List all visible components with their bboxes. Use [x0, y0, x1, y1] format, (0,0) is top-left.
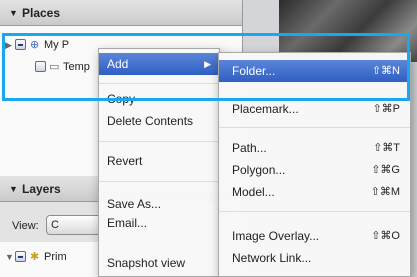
menu-item-add[interactable]: Add ▶ — [99, 53, 219, 75]
submenu-item-polygon[interactable]: Polygon... ⇧⌘G — [219, 159, 410, 181]
layers-item-label: Prim — [44, 251, 67, 263]
context-menu: Add ▶ Copy Delete Contents Revert Save A… — [98, 48, 220, 277]
view-select-value: C — [51, 219, 59, 231]
disclosure-triangle-icon[interactable]: ▼ — [9, 0, 18, 26]
menu-separator — [219, 127, 410, 128]
places-header[interactable]: ▼ Places — [0, 0, 242, 26]
menu-item-shortcut: ⇧⌘M — [370, 186, 400, 198]
menu-item-copy[interactable]: Copy — [99, 88, 219, 110]
disclosure-triangle-icon[interactable]: ▶ — [5, 34, 12, 56]
menu-item-label: Snapshot view — [107, 256, 186, 270]
disclosure-triangle-icon[interactable]: ▼ — [9, 176, 18, 202]
menu-item-label: Network Link... — [232, 251, 312, 265]
menu-item-label: Add — [107, 57, 129, 71]
menu-separator — [99, 141, 219, 142]
submenu-arrow-icon: ▶ — [204, 59, 211, 69]
submenu-item-network-link[interactable]: Network Link... — [219, 247, 410, 269]
menu-item-shortcut: ⇧⌘P — [372, 103, 400, 115]
view-label: View: — [12, 220, 39, 232]
menu-item-label: Image Overlay... — [232, 229, 320, 243]
layers-header-label: Layers — [22, 182, 61, 196]
menu-item-label: Delete Contents — [107, 114, 194, 128]
places-item-label: My P — [44, 39, 70, 51]
add-submenu: Folder... ⇧⌘N Placemark... ⇧⌘P Path... ⇧… — [218, 52, 411, 277]
menu-item-email[interactable]: Email... — [99, 212, 219, 234]
checkbox-icon[interactable] — [15, 251, 26, 262]
menu-item-label: Copy — [107, 92, 136, 106]
menu-item-shortcut: ⇧⌘T — [373, 142, 400, 154]
globe-icon: ⊕ — [30, 39, 40, 51]
folder-icon: ▭ — [49, 61, 60, 73]
menu-item-label: Placemark... — [232, 102, 299, 116]
menu-separator — [99, 181, 219, 182]
menu-item-shortcut: ⇧⌘O — [371, 230, 400, 242]
places-item-label: Temp — [63, 61, 90, 73]
submenu-item-folder[interactable]: Folder... ⇧⌘N — [219, 60, 410, 82]
menu-item-shortcut: ⇧⌘N — [371, 65, 400, 77]
menu-separator — [219, 211, 410, 212]
menu-item-label: Polygon... — [232, 163, 286, 177]
menu-item-label: Revert — [107, 154, 143, 168]
menu-item-label: Folder... — [232, 64, 276, 78]
menu-item-label: Model... — [232, 185, 275, 199]
menu-item-snapshot-view[interactable]: Snapshot view — [99, 252, 219, 274]
places-header-label: Places — [22, 6, 61, 20]
submenu-item-path[interactable]: Path... ⇧⌘T — [219, 137, 410, 159]
disclosure-triangle-icon[interactable]: ▼ — [5, 246, 14, 268]
layer-icon: ✱ — [30, 251, 40, 263]
menu-item-label: Path... — [232, 141, 267, 155]
view-select[interactable]: C — [46, 215, 106, 235]
submenu-item-placemark[interactable]: Placemark... ⇧⌘P — [219, 98, 410, 120]
checkbox-icon[interactable] — [15, 39, 26, 50]
menu-item-revert[interactable]: Revert — [99, 150, 219, 172]
menu-item-delete-contents[interactable]: Delete Contents — [99, 110, 219, 132]
menu-item-shortcut: ⇧⌘G — [371, 164, 400, 176]
submenu-item-image-overlay[interactable]: Image Overlay... ⇧⌘O — [219, 225, 410, 247]
screen: ▼ Places ▶ ⊕ My P ▭ Temp ▼ Layers View: … — [0, 0, 417, 277]
submenu-item-model[interactable]: Model... ⇧⌘M — [219, 181, 410, 203]
menu-item-label: Email... — [107, 216, 148, 230]
checkbox-icon[interactable] — [35, 61, 46, 72]
menu-separator — [99, 83, 219, 84]
